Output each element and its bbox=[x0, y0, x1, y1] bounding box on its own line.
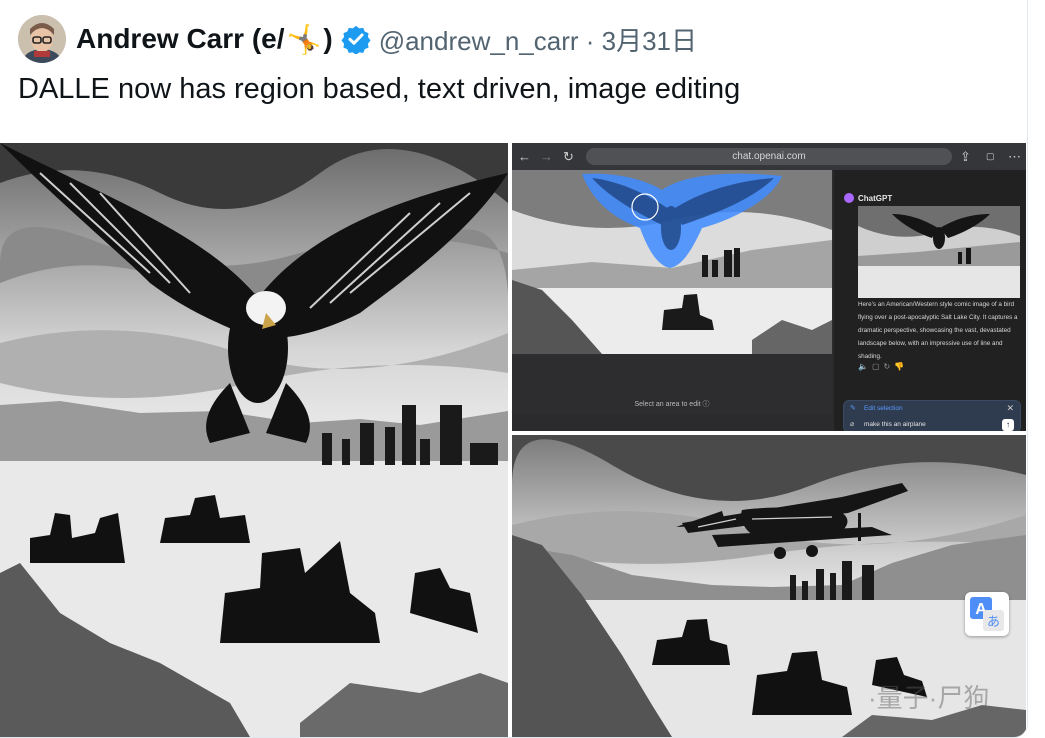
attach-icon[interactable]: ⌀ bbox=[850, 420, 854, 428]
edit-icon: ✎ bbox=[850, 405, 856, 412]
avatar[interactable] bbox=[18, 15, 66, 63]
reload-icon[interactable]: ↻ bbox=[563, 148, 574, 165]
edit-selection-label: Edit selection bbox=[864, 405, 903, 412]
edit-selection-box[interactable]: ✎ Edit selection ✕ ⌀ make this an airpla… bbox=[843, 400, 1021, 431]
browser-toolbar: ← → ↻ chat.openai.com ⇪ ▢ ⋯ bbox=[512, 143, 1026, 170]
editable-image[interactable] bbox=[512, 170, 832, 354]
tweet-card[interactable]: Andrew Carr (e/ 🤸 ) @andrew_n_carr · 3月3… bbox=[0, 0, 1028, 738]
display-name[interactable]: Andrew Carr (e/ bbox=[76, 23, 285, 55]
tweet-text: DALLE now has region based, text driven,… bbox=[18, 73, 741, 105]
media-grid: ← → ↻ chat.openai.com ⇪ ▢ ⋯ Select an ar… bbox=[0, 143, 1027, 737]
message-action-icons[interactable]: 🔈▢↻👎 bbox=[858, 362, 908, 371]
more-icon[interactable]: ⋯ bbox=[1008, 148, 1021, 165]
share-icon[interactable]: ⇪ bbox=[960, 148, 971, 165]
media-image-chatgpt-editor[interactable]: ← → ↻ chat.openai.com ⇪ ▢ ⋯ Select an ar… bbox=[512, 143, 1026, 431]
back-arrow-icon[interactable]: ← bbox=[518, 148, 531, 165]
select-area-label: Select an area to edit ⓘ bbox=[634, 401, 710, 408]
tabs-icon[interactable]: ▢ bbox=[986, 148, 995, 165]
verified-badge-icon[interactable] bbox=[341, 24, 371, 54]
chatgpt-logo-icon bbox=[844, 193, 854, 203]
forward-arrow-icon[interactable]: → bbox=[540, 148, 553, 165]
send-arrow-icon[interactable]: ↑ bbox=[1002, 419, 1014, 431]
translate-icon[interactable]: A あ bbox=[965, 592, 1009, 636]
chat-sidebar: ChatGPT Here's an American/Western style… bbox=[834, 170, 1026, 431]
assistant-name: ChatGPT bbox=[858, 194, 893, 203]
display-name-close[interactable]: ) bbox=[323, 23, 332, 55]
watermark: ·量子·尸狗 bbox=[868, 683, 990, 713]
handle-and-date[interactable]: @andrew_n_carr · 3月31日 bbox=[379, 21, 697, 58]
media-image-eagle[interactable] bbox=[0, 143, 508, 737]
assistant-message: Here's an American/Western style comic i… bbox=[858, 301, 1018, 360]
person-cartwheel-emoji: 🤸 bbox=[286, 23, 322, 55]
edit-prompt-input[interactable]: make this an airplane bbox=[864, 421, 926, 428]
close-icon[interactable]: ✕ bbox=[1006, 403, 1014, 414]
address-bar[interactable]: chat.openai.com bbox=[586, 148, 952, 165]
tweet-header: Andrew Carr (e/ 🤸 ) @andrew_n_carr · 3月3… bbox=[76, 19, 697, 59]
generated-image-thumb[interactable] bbox=[858, 206, 1020, 298]
svg-text:あ: あ bbox=[987, 615, 1000, 630]
